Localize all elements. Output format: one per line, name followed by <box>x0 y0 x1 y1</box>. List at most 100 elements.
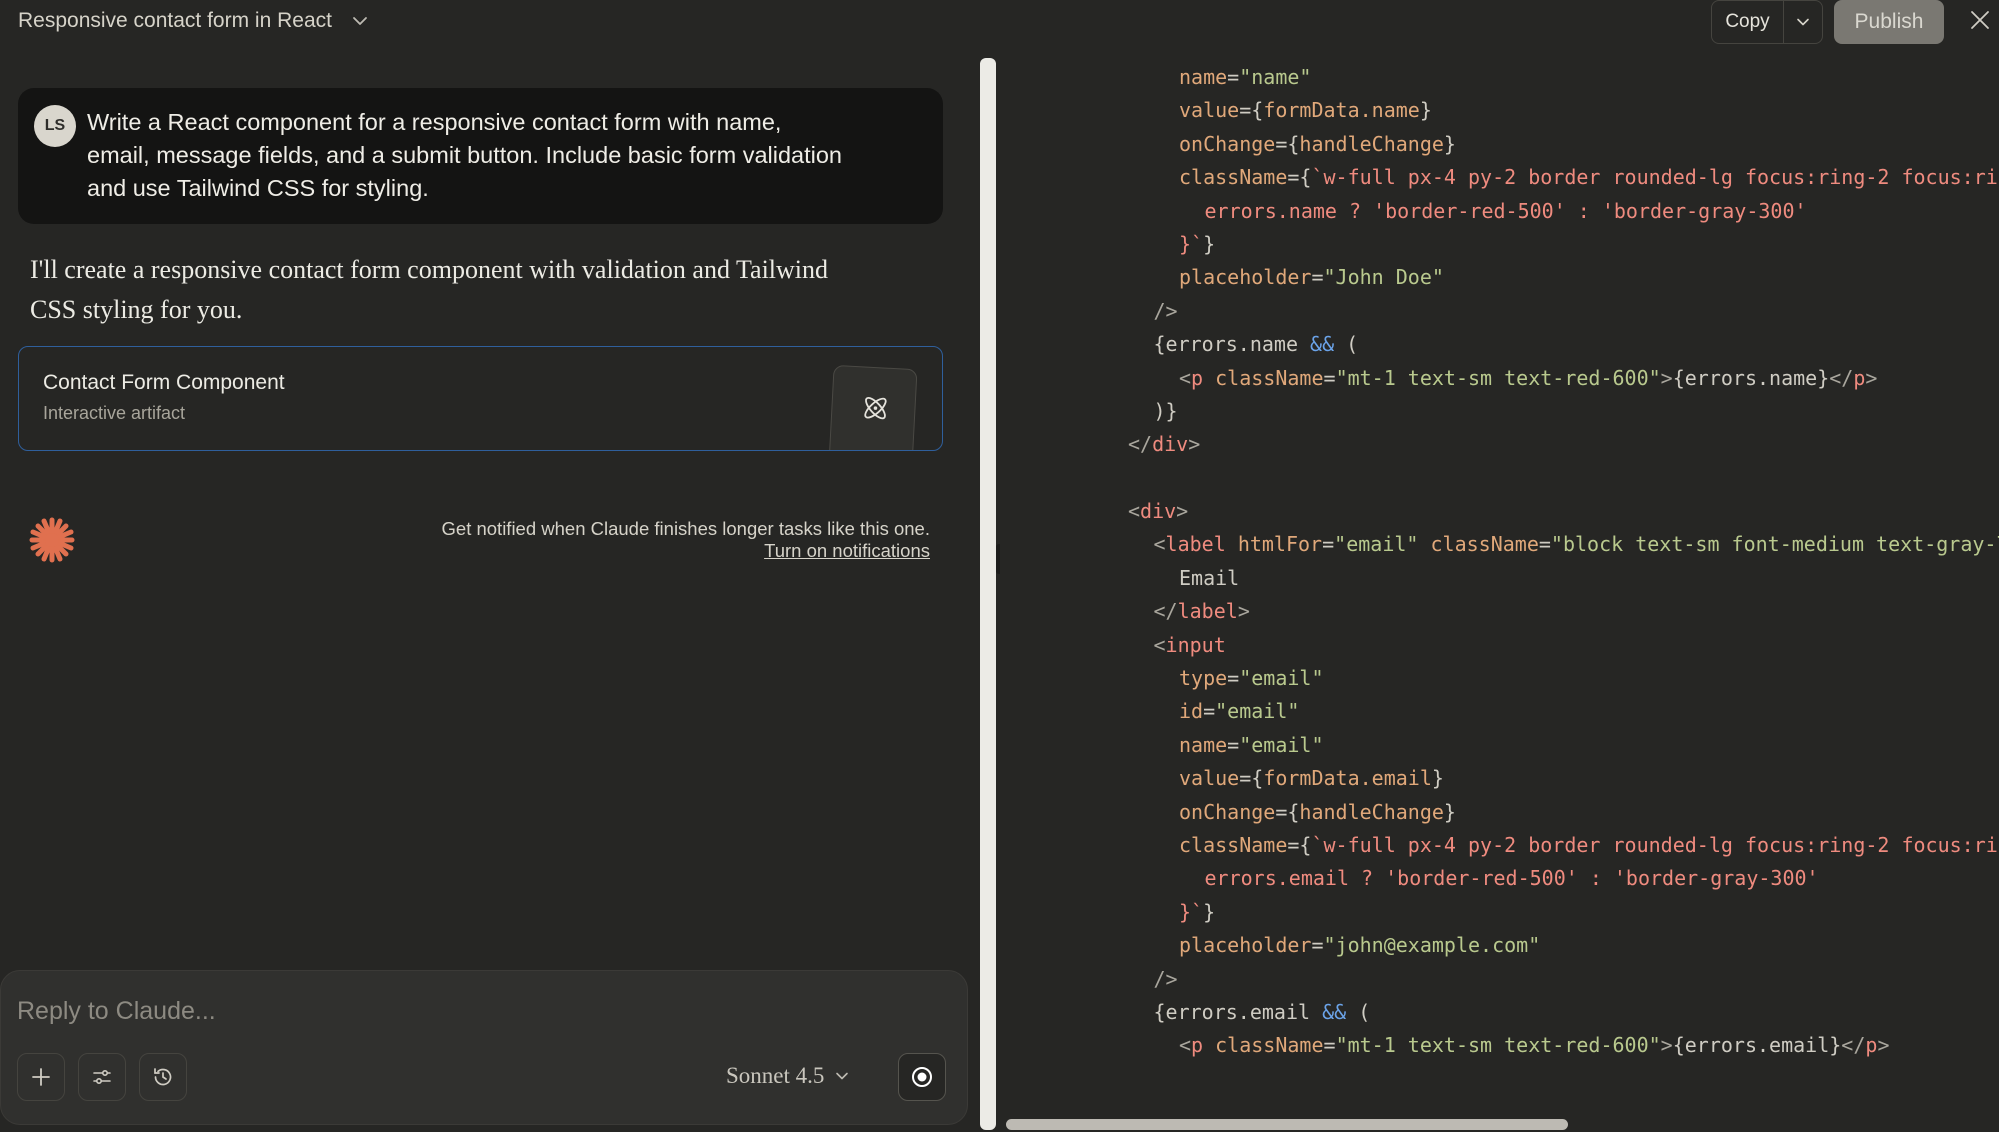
code-token-plain: )} <box>1153 398 1178 423</box>
clock-history-icon <box>154 1068 172 1086</box>
code-token-punct: /> <box>1153 298 1178 323</box>
code-token-plain: {errors.email <box>1153 999 1323 1024</box>
code-token-punct: > <box>1176 499 1189 524</box>
model-selector[interactable]: Sonnet 4.5 <box>726 1063 850 1089</box>
tools-button[interactable] <box>78 1053 126 1101</box>
code-token-plain: = <box>1311 265 1324 290</box>
code-token-tpl: }` <box>1179 899 1204 924</box>
code-view[interactable]: name="name" value={formData.name} onChange… <box>1000 61 1999 1063</box>
code-token-plain: = <box>1311 933 1324 958</box>
code-line: )} <box>1000 395 1999 428</box>
code-token-tag: input <box>1165 632 1226 657</box>
user-message-line: email, message fields, and a submit butt… <box>87 142 843 168</box>
code-token-str: "block text-sm font-medium text-gray-700… <box>1550 532 1999 557</box>
code-line: /> <box>1000 295 1999 328</box>
code-token-attr: name <box>1179 732 1228 757</box>
code-line: errors.name ? 'border-red-500' : 'border… <box>1000 195 1999 228</box>
code-line: errors.email ? 'border-red-500' : 'borde… <box>1000 862 1999 895</box>
record-button[interactable] <box>898 1053 946 1101</box>
close-button[interactable] <box>1967 7 1993 33</box>
code-token-attr: placeholder <box>1179 265 1312 290</box>
code-token-plain: ={ <box>1239 98 1264 123</box>
code-line: className={`w-full px-4 py-2 border roun… <box>1000 829 1999 862</box>
sliders-icon <box>93 1070 111 1085</box>
code-token-plain: } <box>1203 899 1216 924</box>
code-token-tag: div <box>1152 432 1189 457</box>
code-line: placeholder="John Doe" <box>1000 261 1999 294</box>
code-token-str: "email" <box>1239 666 1324 691</box>
code-token-attr: className <box>1215 365 1324 390</box>
chat-header[interactable]: Responsive contact form in React <box>18 6 370 36</box>
code-token-attr: onChange <box>1179 131 1276 156</box>
avatar[interactable]: LS <box>34 105 76 147</box>
code-token-punct: > <box>1865 365 1878 390</box>
code-token-attr: name <box>1179 65 1228 89</box>
close-icon <box>1971 11 1989 29</box>
artifact-card[interactable]: Contact Form Component Interactive artif… <box>18 346 943 451</box>
copy-button-group: Copy <box>1711 0 1823 44</box>
publish-button[interactable]: Publish <box>1834 0 1944 44</box>
code-token-attr: className <box>1215 1033 1324 1058</box>
code-token-attr: placeholder <box>1179 933 1312 958</box>
copy-button[interactable]: Copy <box>1712 1 1784 43</box>
code-token-punct: </ <box>1153 599 1178 624</box>
chat-scrollbar[interactable] <box>980 58 996 1130</box>
code-token-punct: > <box>1660 365 1673 390</box>
code-token-attr: htmlFor <box>1237 532 1323 557</box>
code-line: onChange={handleChange} <box>1000 796 1999 829</box>
claude-logo-icon <box>29 517 75 563</box>
code-line: }`} <box>1000 228 1999 261</box>
copy-options-button[interactable] <box>1784 1 1822 43</box>
code-token-plain: } <box>1419 98 1432 123</box>
code-line: value={formData.email} <box>1000 762 1999 795</box>
code-horizontal-scrollbar[interactable] <box>1006 1119 1568 1130</box>
code-token-tag: p <box>1865 1033 1878 1058</box>
code-token-attr: formData.email <box>1263 766 1432 791</box>
code-line: /> <box>1000 963 1999 996</box>
code-token-tag: p <box>1191 365 1204 390</box>
code-token-tag: p <box>1191 1033 1204 1058</box>
code-token-tpl: errors.email ? 'border-red-500' : 'borde… <box>1204 866 1819 891</box>
reply-input[interactable]: Reply to Claude... <box>17 997 216 1026</box>
code-line: </div> <box>1000 428 1999 461</box>
history-button[interactable] <box>139 1053 187 1101</box>
code-token-plain: = <box>1323 365 1336 390</box>
code-token-plain: ={ <box>1239 766 1264 791</box>
code-token-attr: className <box>1179 832 1288 857</box>
assistant-reply: I'll create a responsive contact form co… <box>30 250 930 330</box>
code-line: <div> <box>1000 495 1999 528</box>
artifact-title: Contact Form Component <box>43 371 285 394</box>
code-token-attr: className <box>1430 532 1539 557</box>
code-token-punct: </ <box>1829 365 1854 390</box>
chat-title[interactable]: Responsive contact form in React <box>18 9 332 33</box>
code-token-punct: < <box>1153 532 1166 557</box>
chevron-down-icon <box>836 1072 849 1080</box>
code-token-plain: = <box>1323 1033 1336 1058</box>
turn-on-notifications-link[interactable]: Turn on notifications <box>442 540 930 562</box>
code-token-str: "mt-1 text-sm text-red-600" <box>1335 365 1661 390</box>
code-token-plain: {errors.email} <box>1672 1033 1842 1058</box>
code-token-tpl: errors.name ? 'border-red-500' : 'border… <box>1204 198 1807 223</box>
code-token-plain: Email <box>1179 565 1240 590</box>
code-token-str: "john@example.com" <box>1323 933 1541 958</box>
react-atom-icon <box>864 396 887 420</box>
model-name: Sonnet 4.5 <box>726 1063 825 1088</box>
chevron-down-icon[interactable] <box>350 11 370 31</box>
code-token-punct: > <box>1188 432 1201 457</box>
record-icon <box>912 1067 932 1087</box>
add-button[interactable] <box>17 1053 65 1101</box>
code-token-plain: } <box>1443 131 1456 156</box>
code-token-op: && <box>1322 999 1347 1024</box>
code-token-plain: = <box>1322 532 1335 557</box>
code-line: className={`w-full px-4 py-2 border roun… <box>1000 161 1999 194</box>
code-line: value={formData.name} <box>1000 94 1999 127</box>
chevron-down-icon <box>1797 18 1809 26</box>
reply-composer: Reply to Claude... Sonnet 4.5 <box>0 970 968 1125</box>
code-token-str: "email" <box>1215 699 1300 724</box>
chat-pane: Responsive contact form in React LS Writ… <box>0 0 996 1132</box>
